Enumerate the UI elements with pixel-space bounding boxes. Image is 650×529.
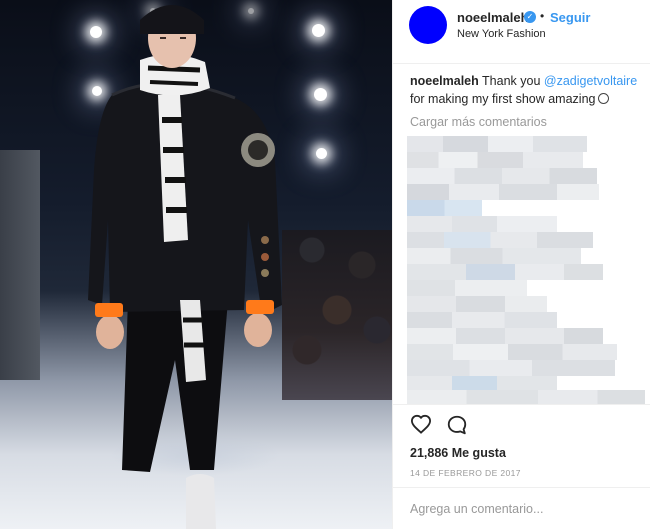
runway-model [0,0,392,529]
caption-mention-link[interactable]: @zadigetvoltaire [544,74,637,88]
comment-divider [393,487,650,488]
blurred-comment [407,360,615,376]
post-location[interactable]: New York Fashion [457,28,546,40]
caption-username[interactable]: noeelmaleh [410,74,479,88]
author-username[interactable]: noeelmaleh [457,10,529,25]
blurred-comment [407,248,581,264]
heart-icon[interactable] [410,414,432,439]
blurred-comment [407,264,603,280]
add-comment-input[interactable] [410,500,635,518]
blurred-comment [407,152,583,168]
blurred-comment [407,200,482,216]
post-photo[interactable] [0,0,392,529]
blurred-comment [407,328,603,344]
grinning-face-icon [598,93,610,104]
blurred-comment [407,184,599,200]
blurred-comment [407,312,557,328]
caption-text-end: for making my first show amazing [410,92,596,106]
follow-button[interactable]: Seguir [550,10,590,25]
blurred-comment [407,136,587,152]
post-caption: noeelmaleh Thank you @zadigetvoltaire fo… [410,72,642,108]
caption-text-start: Thank you [482,74,544,88]
blurred-comment [407,168,597,184]
post-date: 14 DE FEBRERO DE 2017 [410,468,521,478]
post-side-panel: noeelmaleh ✓ • Seguir New York Fashion n… [392,0,650,529]
separator-dot: • [540,9,545,23]
blurred-comment [407,390,645,404]
blurred-comment [407,216,557,232]
post-header: noeelmaleh ✓ • Seguir New York Fashion [393,0,650,64]
load-more-comments-link[interactable]: Cargar más comentarios [410,115,547,129]
likes-label: Me gusta [451,446,506,460]
likes-count[interactable]: 21,886 Me gusta [410,446,506,460]
blurred-comment [407,232,593,248]
blurred-comment [407,344,617,360]
verified-badge-icon: ✓ [524,11,536,23]
avatar[interactable] [409,6,447,44]
blurred-comment [407,296,547,312]
model-illustration [88,5,282,529]
actions-divider [393,404,650,405]
comment-bubble-icon[interactable] [446,414,468,441]
blurred-comment [407,280,527,296]
likes-number: 21,886 [410,446,449,460]
